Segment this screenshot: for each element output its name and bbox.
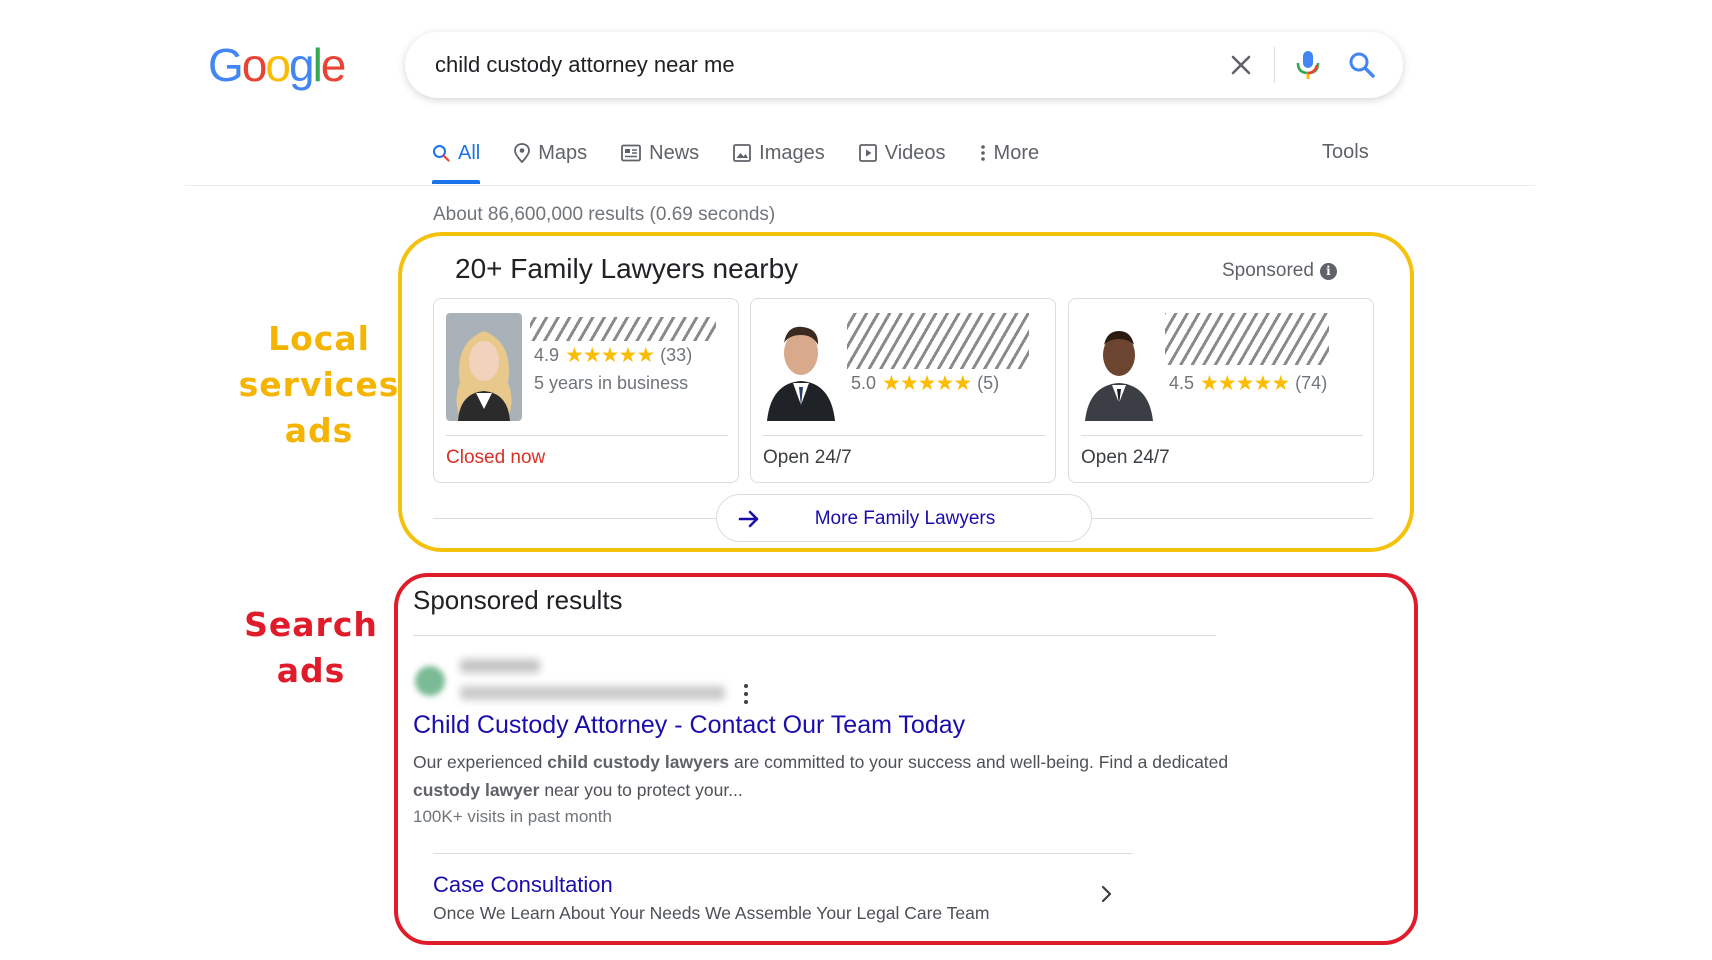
tools-button[interactable]: Tools: [1322, 141, 1369, 164]
logo-letter: o: [265, 39, 291, 91]
search-ads-highlight: [394, 573, 1418, 945]
tab-videos[interactable]: Videos: [858, 138, 946, 168]
image-icon: [733, 144, 752, 162]
tab-news[interactable]: News: [621, 138, 699, 168]
logo-letter: g: [288, 39, 315, 91]
video-icon: [858, 144, 877, 162]
google-logo[interactable]: G o o g l e: [208, 38, 347, 92]
local-services-highlight: [398, 232, 1414, 552]
logo-letter: e: [320, 39, 347, 91]
tab-images[interactable]: Images: [733, 138, 825, 168]
tab-label: Images: [759, 141, 825, 164]
logo-letter: o: [241, 39, 268, 91]
close-icon[interactable]: [1214, 38, 1268, 92]
annotation-search-ads: Search ads: [244, 605, 378, 690]
tab-label: More: [993, 141, 1040, 164]
tab-label: All: [458, 141, 481, 164]
news-icon: [621, 144, 642, 162]
search-icon: [433, 145, 450, 162]
tab-all[interactable]: All: [432, 138, 481, 184]
search-input[interactable]: child custody attorney near me: [435, 52, 1214, 78]
search-bar[interactable]: child custody attorney near me: [405, 32, 1403, 98]
tab-label: Videos: [884, 141, 946, 164]
tab-label: News: [649, 141, 700, 164]
search-tabs: All Maps News Images Videos More: [432, 138, 1073, 186]
tab-more[interactable]: More: [980, 138, 1040, 168]
map-pin-icon: [514, 143, 531, 163]
dots-vertical-icon: [980, 145, 985, 161]
search-icon[interactable]: [1335, 38, 1389, 92]
microphone-icon[interactable]: [1281, 38, 1335, 92]
logo-letter: G: [208, 39, 244, 91]
tab-label: Maps: [538, 141, 588, 164]
tab-maps[interactable]: Maps: [514, 138, 587, 168]
search-separator: [1274, 47, 1275, 83]
header-divider: [185, 185, 1535, 186]
result-stats: About 86,600,000 results (0.69 seconds): [433, 204, 776, 225]
logo-letter: l: [312, 39, 323, 91]
annotation-local-services-ads: Local services ads: [238, 319, 400, 450]
